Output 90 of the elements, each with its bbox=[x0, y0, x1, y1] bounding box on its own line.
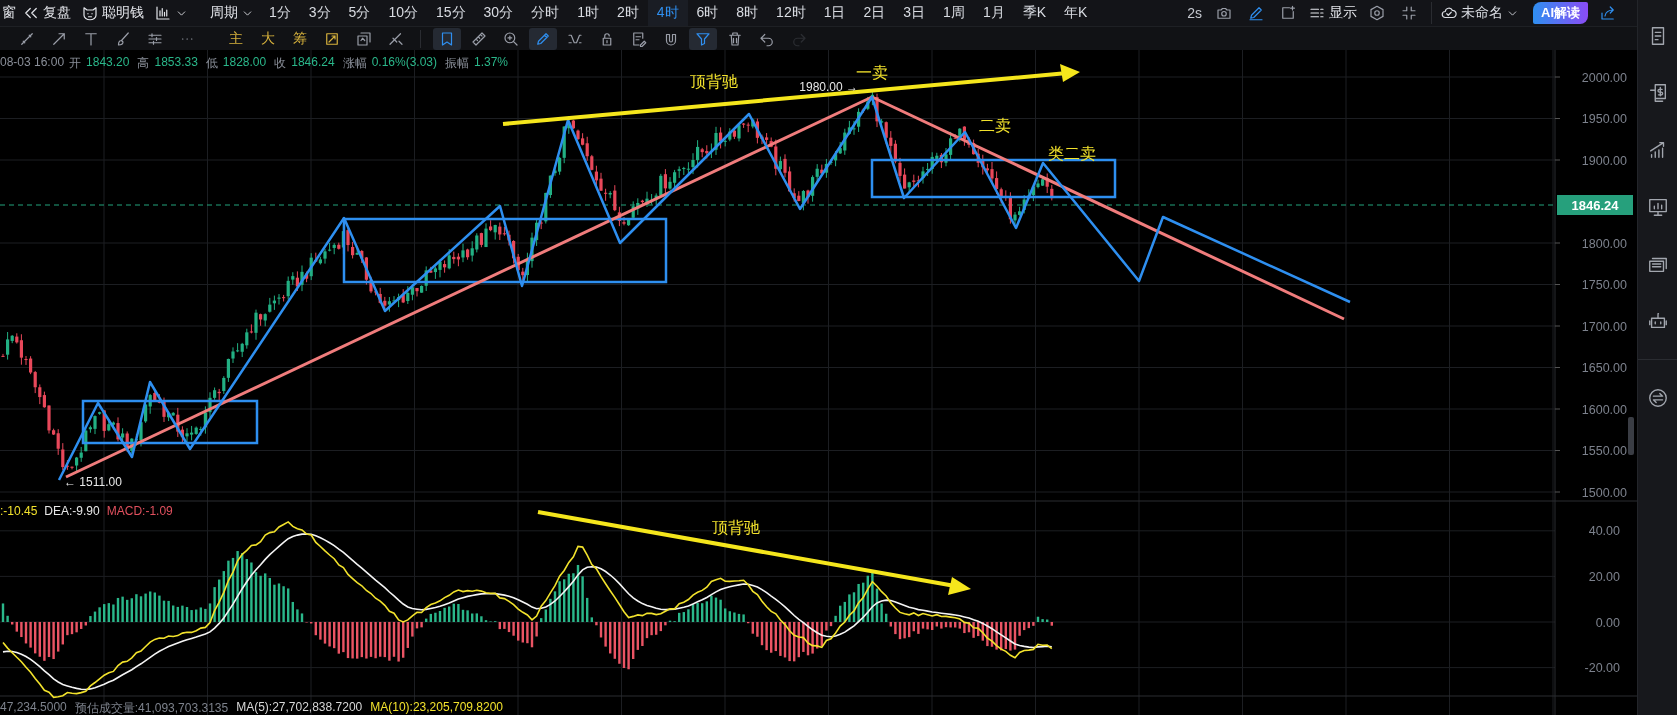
price-axis-label: 1750.00 bbox=[1581, 278, 1627, 292]
quote-value: 1828.00 bbox=[222, 55, 267, 71]
price-axis-label: 1950.00 bbox=[1581, 112, 1627, 126]
macd-axis-label: 0.00 bbox=[1595, 615, 1620, 630]
edit-icon bbox=[630, 29, 648, 48]
chart-annotation: 顶背驰 bbox=[690, 73, 738, 90]
period-tab[interactable]: 2时 bbox=[607, 0, 648, 26]
refresh-interval[interactable]: 2s bbox=[1185, 5, 1208, 21]
high-price-marker: 1980.00 → bbox=[799, 80, 858, 94]
quote-value: 1843.20 bbox=[86, 55, 130, 71]
trash-icon bbox=[726, 29, 744, 48]
price-axis-label: 1900.00 bbox=[1581, 153, 1627, 168]
pen-button[interactable] bbox=[529, 27, 557, 50]
volume-legend-value: 预估成交量:41,093,703.3135 bbox=[74, 700, 229, 715]
collapse-icon[interactable] bbox=[1400, 4, 1418, 22]
quote-value: 0.16%(3.03) bbox=[371, 55, 437, 71]
volume-legend-value: MA(5):27,702,838.7200 bbox=[236, 700, 363, 715]
layout-menu[interactable]: 未命名 bbox=[1440, 4, 1519, 22]
quote-label: 高 bbox=[137, 55, 150, 72]
zoom-icon bbox=[502, 29, 520, 48]
price-axis-label: 1700.00 bbox=[1581, 319, 1627, 334]
period-tab[interactable]: 12时 bbox=[767, 0, 815, 26]
macd-legend-value: MACD:-1.09 bbox=[106, 504, 173, 518]
scroll-handle[interactable] bbox=[1628, 417, 1634, 455]
quote-label: 收 bbox=[274, 55, 287, 72]
macd-axis-label: 40.00 bbox=[1588, 524, 1620, 539]
smart-money-button[interactable]: 聪明钱 bbox=[81, 4, 144, 22]
chart-annotation: 顶背驰 bbox=[712, 519, 760, 536]
volume-legend-value: 47,234.5000 bbox=[0, 700, 67, 715]
period-tab[interactable]: 1日 bbox=[814, 0, 855, 26]
period-tab[interactable]: 分时 bbox=[522, 0, 569, 26]
indicator-button[interactable]: 大 bbox=[254, 29, 282, 48]
exchange-icon[interactable] bbox=[1646, 387, 1669, 409]
period-tab[interactable]: 1分 bbox=[260, 0, 300, 26]
chart-type-button[interactable] bbox=[154, 4, 188, 22]
price-axis-label: 1550.00 bbox=[1581, 444, 1627, 458]
period-tab[interactable]: 5分 bbox=[339, 0, 380, 26]
indicator-button[interactable]: 筹 bbox=[286, 29, 314, 48]
period-tab[interactable]: 年K bbox=[1055, 0, 1097, 26]
ai-button[interactable]: AI解读 bbox=[1533, 2, 1588, 24]
period-tab[interactable]: 2日 bbox=[854, 0, 895, 26]
macd-legend-value: DEA:-9.90 bbox=[44, 504, 100, 518]
macd-axis-label: 20.00 bbox=[1588, 569, 1620, 584]
period-tab[interactable]: 季K bbox=[1013, 0, 1055, 26]
period-tab[interactable]: 30分 bbox=[474, 0, 523, 26]
monitor-chart-icon[interactable] bbox=[1646, 196, 1669, 218]
cat-face-icon bbox=[81, 4, 99, 22]
filter-button[interactable] bbox=[689, 27, 717, 50]
macd-legend-value: :-10.45 bbox=[0, 504, 38, 518]
settings-icon[interactable] bbox=[1368, 4, 1386, 22]
quote-time: 08-03 16:00 bbox=[0, 55, 65, 71]
price-axis-label: 2000.00 bbox=[1581, 70, 1627, 85]
price-axis-label: 1500.00 bbox=[1581, 485, 1627, 500]
macd-axis-label: -20.00 bbox=[1584, 661, 1620, 676]
bookmark-button[interactable] bbox=[433, 27, 461, 50]
indicator-button[interactable]: 主 bbox=[222, 29, 250, 48]
quote-label: 涨幅 bbox=[342, 55, 367, 72]
low-price-marker: ← 1511.00 bbox=[64, 475, 122, 489]
chart-annotation: 二卖 bbox=[979, 117, 1011, 134]
quote-label: 开 bbox=[69, 55, 82, 72]
period-tab[interactable]: 1时 bbox=[568, 0, 608, 26]
period-tab[interactable]: 1月 bbox=[973, 0, 1014, 26]
add-widget-icon[interactable] bbox=[1279, 4, 1297, 22]
bar-chart-icon bbox=[154, 4, 172, 22]
period-tab[interactable]: 1周 bbox=[934, 0, 974, 26]
period-tab[interactable]: 10分 bbox=[379, 0, 427, 26]
window-menu[interactable]: 窗 bbox=[0, 4, 22, 22]
period-tab[interactable]: 8时 bbox=[727, 0, 768, 26]
volume-legend-value: MA(10):23,205,709.8200 bbox=[370, 700, 503, 715]
period-tab[interactable]: 15分 bbox=[426, 0, 475, 26]
price-axis-label: 1600.00 bbox=[1581, 402, 1627, 417]
period-tab[interactable]: 3日 bbox=[894, 0, 935, 26]
price-axis-label: 1650.00 bbox=[1581, 361, 1627, 375]
chart-annotation: 一卖 bbox=[856, 64, 888, 81]
pencil-icon[interactable] bbox=[1247, 4, 1265, 22]
chart-annotation: 类二卖 bbox=[1048, 145, 1096, 162]
replay-button[interactable]: 复盘 bbox=[22, 4, 71, 22]
last-price-tag: 1846.24 bbox=[1557, 195, 1633, 215]
share-icon[interactable] bbox=[1599, 4, 1617, 22]
period-menu[interactable]: 周期 bbox=[210, 4, 254, 22]
period-tab[interactable]: 6时 bbox=[687, 0, 728, 26]
quote-value: 1853.33 bbox=[154, 55, 198, 71]
period-tab[interactable]: 4时 bbox=[647, 0, 688, 26]
quote-label: 振幅 bbox=[445, 55, 469, 72]
price-axis-label: 1800.00 bbox=[1581, 236, 1627, 251]
quote-label: 低 bbox=[205, 55, 218, 72]
quote-value: 1.37% bbox=[474, 55, 509, 71]
display-button[interactable]: 显示 bbox=[1308, 4, 1357, 22]
quote-value: 1846.24 bbox=[291, 55, 335, 71]
period-tab[interactable]: 3分 bbox=[299, 0, 340, 26]
